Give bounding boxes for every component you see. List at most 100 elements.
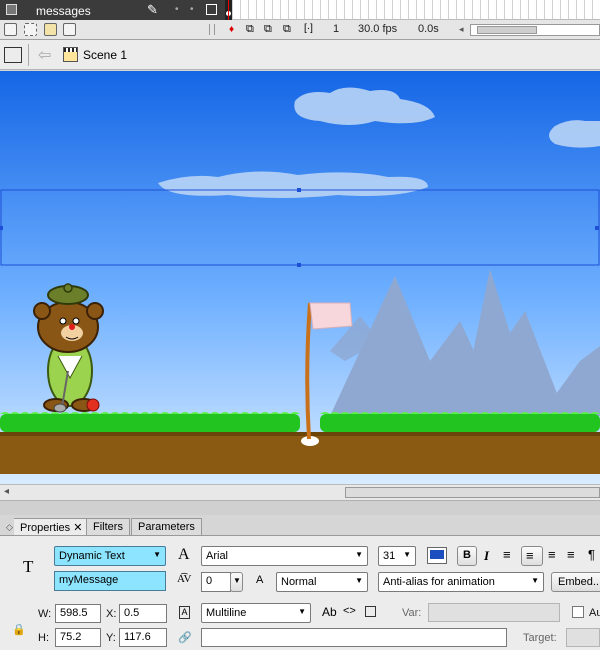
dirt-edge [0, 432, 600, 436]
x-field[interactable]: 0.5 [119, 604, 167, 623]
font-size-dropdown[interactable]: 31 ▼ [378, 546, 416, 566]
edit-bar-divider [28, 44, 29, 66]
delete-layer-icon[interactable] [63, 23, 76, 36]
panel-splitter[interactable] [0, 500, 600, 515]
anti-alias-value: Anti-alias for animation [383, 576, 495, 588]
timeline-scrollbar[interactable] [470, 24, 600, 36]
line-type-value: Multiline [206, 607, 247, 619]
y-value: 117.6 [124, 631, 151, 643]
timeline: messages ✎ • • ♦ ⧉ ⧉ ⧉ [·] 1 30.0 fps 0.… [0, 0, 600, 40]
var-field[interactable] [428, 603, 560, 622]
stage-artwork [0, 71, 600, 484]
italic-button[interactable]: I [484, 548, 489, 564]
tab-properties[interactable]: Properties ✕ [14, 518, 90, 536]
anti-alias-dropdown[interactable]: Anti-alias for animation ▼ [378, 572, 544, 592]
insert-layer-icon[interactable] [4, 23, 17, 36]
center-frame-icon[interactable]: ♦ [229, 24, 234, 35]
text-type-value: Dynamic Text [59, 550, 125, 562]
text-tool-icon: T [23, 557, 34, 576]
show-border-icon[interactable] [365, 606, 376, 617]
url-field[interactable] [201, 628, 507, 647]
font-family-value: Arial [206, 550, 229, 562]
instance-name-field[interactable]: myMessage [54, 571, 166, 591]
var-label: Var: [402, 607, 422, 619]
timeline-scroll-thumb[interactable] [477, 26, 537, 34]
outline-toggle-icon[interactable] [206, 4, 217, 15]
edit-multiple-frames-icon[interactable]: ⧉ [283, 23, 296, 36]
timeline-scroll-left-icon[interactable]: ◂ [459, 24, 464, 35]
insert-folder-icon[interactable] [44, 23, 57, 36]
add-motion-guide-icon[interactable] [24, 23, 37, 36]
bold-button[interactable]: B [457, 546, 477, 566]
stage[interactable] [0, 71, 600, 484]
panel-collapse-icon[interactable]: ◇ [6, 522, 13, 533]
y-field[interactable]: 117.6 [119, 628, 167, 647]
onion-outlines-icon[interactable]: ⧉ [264, 23, 277, 36]
target-field[interactable] [566, 628, 600, 647]
font-family-dropdown[interactable]: Arial ▼ [201, 546, 368, 566]
current-frame: 1 [333, 23, 340, 35]
link-icon: 🔗 [178, 632, 192, 644]
chevron-down-icon: ▼ [298, 607, 306, 616]
letter-spacing-value: 0 [206, 575, 213, 587]
chevron-down-icon: ▼ [355, 550, 363, 559]
layer-icon [6, 4, 17, 15]
edit-symbols-icon[interactable] [4, 47, 22, 63]
justify-icon[interactable]: ≡ [567, 547, 575, 562]
line-type-dropdown[interactable]: Multiline ▼ [201, 603, 311, 623]
pencil-icon: ✎ [147, 2, 158, 17]
tab-filters[interactable]: Filters [86, 518, 130, 536]
stage-scroll-thumb[interactable] [345, 487, 600, 498]
flag [309, 302, 353, 330]
target-label: Target: [523, 632, 557, 644]
frame-rate[interactable]: 30.0 fps [358, 23, 397, 35]
render-html-icon[interactable]: <> [343, 605, 356, 617]
align-right-icon[interactable]: ≡ [548, 547, 556, 562]
layer-name[interactable]: messages [36, 4, 91, 18]
timeline-controls: ♦ ⧉ ⧉ ⧉ [·] 1 30.0 fps 0.0s ◂ [0, 20, 600, 40]
back-arrow-icon[interactable]: ⇦ [38, 45, 51, 65]
width-value: 598.5 [60, 607, 88, 619]
char-position-dropdown[interactable]: Normal ▼ [276, 572, 368, 592]
x-label: X: [106, 608, 117, 620]
text-color-picker[interactable] [427, 547, 447, 564]
selectable-icon[interactable]: Ab [322, 605, 337, 619]
chevron-down-icon: ▼ [403, 550, 411, 559]
letter-spacing-field[interactable]: 0 [201, 572, 231, 592]
scene-clapper-icon [63, 47, 78, 62]
letter-spacing-chevron-icon[interactable]: ▼ [230, 572, 243, 592]
stage-horizontal-scrollbar[interactable]: ◂ [0, 484, 600, 500]
chevron-down-icon: ▼ [531, 576, 539, 585]
line-type-icon: A [179, 606, 190, 619]
onion-skin-icon[interactable]: ⧉ [246, 23, 259, 36]
height-field[interactable]: 75.2 [55, 628, 101, 647]
layer-row[interactable]: messages ✎ • • [0, 0, 600, 20]
visibility-dot-icon[interactable]: • [175, 4, 179, 15]
h-label: H: [38, 632, 49, 644]
properties-tabs: ◇ Properties ✕ Filters Parameters [0, 516, 600, 536]
chevron-down-icon: ▼ [355, 576, 363, 585]
width-field[interactable]: 598.5 [55, 604, 101, 623]
auto-kern-checkbox[interactable] [572, 606, 584, 618]
text-type-dropdown[interactable]: Dynamic Text ▼ [54, 546, 166, 566]
modify-onion-markers-icon[interactable]: [·] [304, 23, 317, 36]
embed-button[interactable]: Embed... [551, 572, 600, 592]
height-value: 75.2 [60, 631, 82, 643]
scroll-left-arrow-icon[interactable]: ◂ [4, 486, 9, 497]
tab-parameters[interactable]: Parameters [131, 518, 202, 536]
font-icon: A [178, 546, 190, 563]
chevron-down-icon: ▼ [153, 550, 161, 559]
font-size-value: 31 [383, 550, 396, 562]
letter-spacing-icon: A͡V [177, 573, 192, 585]
properties-panel: T Dynamic Text ▼ myMessage 🔒 W: 598.5 X:… [0, 535, 600, 650]
lock-dot-icon[interactable]: • [190, 4, 194, 15]
layer-name-cell[interactable]: messages ✎ • • [0, 0, 225, 20]
frame-cells[interactable] [225, 0, 600, 20]
lock-icon[interactable]: 🔒 [12, 623, 26, 636]
panel-grip-icon[interactable] [209, 24, 215, 35]
align-left-icon[interactable]: ≡ [503, 547, 511, 562]
paragraph-icon[interactable]: ¶ [588, 547, 595, 562]
align-center-icon[interactable]: ≡ [521, 546, 543, 566]
scene-label[interactable]: Scene 1 [83, 48, 127, 62]
instance-name-value: myMessage [59, 574, 119, 586]
